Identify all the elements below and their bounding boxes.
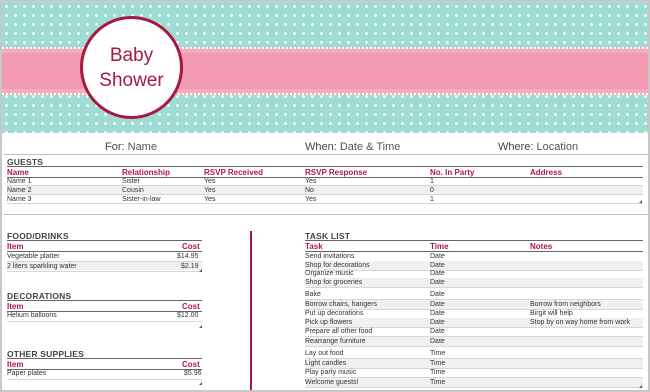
for-label: For: xyxy=(105,141,125,153)
tasks-col-task: Task xyxy=(305,242,323,251)
task-8-notes[interactable]: Stop by on way home from work xyxy=(530,319,630,326)
task-11-task[interactable]: Lay out food xyxy=(305,350,344,357)
guests-col-rsvp-response: RSVP Response xyxy=(305,168,368,177)
task-4-task[interactable]: Shop for groceries xyxy=(305,279,362,286)
task-12-time[interactable]: Time xyxy=(430,360,445,367)
task-13-task[interactable]: Play party music xyxy=(305,369,356,376)
decorations-col-cost: Cost xyxy=(182,302,200,311)
task-4-time[interactable]: Date xyxy=(430,279,445,286)
food-col-item: Item xyxy=(7,242,24,251)
task-11-time[interactable]: Time xyxy=(430,350,445,357)
guest-2-relationship[interactable]: Cousin xyxy=(122,187,144,194)
guest-2-rsvp-response[interactable]: No xyxy=(305,187,314,194)
task-2-task[interactable]: Shop for decorations xyxy=(305,262,370,269)
task-6-time[interactable]: Date xyxy=(430,301,445,308)
food-1-cost[interactable]: $14.95 xyxy=(177,253,198,260)
task-3-task[interactable]: Organize music xyxy=(305,270,354,277)
food-1-item[interactable]: Vegetable platter xyxy=(7,253,60,260)
where-field[interactable]: Where: Location xyxy=(498,141,578,153)
where-label: Where: xyxy=(498,141,534,153)
task-10-time[interactable]: Date xyxy=(430,338,445,345)
when-field[interactable]: When: Date & Time xyxy=(305,141,400,153)
food-2-item[interactable]: 2 liters sparkling water xyxy=(7,263,77,270)
guests-col-rsvp-received: RSVP Received xyxy=(204,168,263,177)
decorations-col-item: Item xyxy=(7,302,24,311)
table-resize-handle[interactable] xyxy=(639,385,642,388)
guest-1-relationship[interactable]: Sister xyxy=(122,178,140,185)
supplies-col-cost: Cost xyxy=(182,360,200,369)
task-13-time[interactable]: Time xyxy=(430,369,445,376)
where-value[interactable]: Location xyxy=(537,141,579,153)
task-6-notes[interactable]: Borrow from neighbors xyxy=(530,301,601,308)
divider xyxy=(4,214,648,215)
guest-1-rsvp-received[interactable]: Yes xyxy=(204,178,215,185)
task-5-time[interactable]: Date xyxy=(430,291,445,298)
title-line-2: Shower xyxy=(99,69,164,91)
guests-header-line xyxy=(7,177,643,178)
task-2-time[interactable]: Date xyxy=(430,262,445,269)
task-7-notes[interactable]: Birgit will help xyxy=(530,310,573,317)
guest-3-relationship[interactable]: Sister-in-law xyxy=(122,196,161,203)
supplies-1-item[interactable]: Paper plates xyxy=(7,370,46,377)
guest-1-party[interactable]: 1 xyxy=(430,178,434,185)
task-3-time[interactable]: Date xyxy=(430,270,445,277)
task-1-time[interactable]: Date xyxy=(430,253,445,260)
task-7-time[interactable]: Date xyxy=(430,310,445,317)
tasks-col-time: Time xyxy=(430,242,449,251)
guest-1-name[interactable]: Name 1 xyxy=(7,178,32,185)
task-10-task[interactable]: Rearrange furniture xyxy=(305,338,366,345)
table-resize-handle[interactable] xyxy=(199,325,202,328)
task-5-task[interactable]: Bake xyxy=(305,291,321,298)
food-header-topline xyxy=(7,240,202,241)
when-label: When: xyxy=(305,141,337,153)
food-2-cost[interactable]: $2.19 xyxy=(181,263,199,270)
when-value[interactable]: Date & Time xyxy=(340,141,401,153)
guest-2-name[interactable]: Name 2 xyxy=(7,187,32,194)
task-12-task[interactable]: Light candles xyxy=(305,360,346,367)
guests-col-name: Name xyxy=(7,168,29,177)
guest-3-rsvp-response[interactable]: Yes xyxy=(305,196,316,203)
supplies-col-item: Item xyxy=(7,360,24,369)
task-9-task[interactable]: Prepare all other food xyxy=(305,328,372,335)
table-resize-handle[interactable] xyxy=(199,269,202,272)
banner: Baby Shower xyxy=(2,2,648,133)
guest-3-party[interactable]: 1 xyxy=(430,196,434,203)
title-badge: Baby Shower xyxy=(80,16,183,119)
guests-col-address: Address xyxy=(530,168,563,177)
worksheet: Baby Shower For: Name When: Date & Time … xyxy=(0,0,650,392)
vertical-divider xyxy=(250,231,252,390)
task-8-time[interactable]: Date xyxy=(430,319,445,326)
task-14-task[interactable]: Welcome guests! xyxy=(305,379,359,386)
table-resize-handle[interactable] xyxy=(199,382,202,385)
guest-3-name[interactable]: Name 3 xyxy=(7,196,32,203)
guests-header-topline xyxy=(7,166,643,167)
task-6-task[interactable]: Borrow chairs, hangers xyxy=(305,301,377,308)
task-9-time[interactable]: Date xyxy=(430,328,445,335)
task-8-task[interactable]: Pick up flowers xyxy=(305,319,352,326)
divider xyxy=(4,154,648,155)
guest-2-rsvp-received[interactable]: Yes xyxy=(204,187,215,194)
task-14-time[interactable]: Time xyxy=(430,379,445,386)
for-value[interactable]: Name xyxy=(128,141,157,153)
guest-2-party[interactable]: 0 xyxy=(430,187,434,194)
guest-3-rsvp-received[interactable]: Yes xyxy=(204,196,215,203)
guest-1-rsvp-response[interactable]: Yes xyxy=(305,178,316,185)
decorations-1-item[interactable]: Helium balloons xyxy=(7,312,57,319)
title-line-1: Baby xyxy=(109,44,154,66)
task-7-task[interactable]: Put up decorations xyxy=(305,310,363,317)
table-resize-handle[interactable] xyxy=(639,200,642,203)
guests-col-relationship: Relationship xyxy=(122,168,171,177)
food-col-cost: Cost xyxy=(182,242,200,251)
task-1-task[interactable]: Send invitations xyxy=(305,253,354,260)
decorations-1-cost[interactable]: $12.00 xyxy=(177,312,198,319)
for-field[interactable]: For: Name xyxy=(105,141,157,153)
supplies-1-cost[interactable]: $5.96 xyxy=(184,370,202,377)
guests-col-party: No. In Party xyxy=(430,168,475,177)
tasks-col-notes: Notes xyxy=(530,242,553,251)
